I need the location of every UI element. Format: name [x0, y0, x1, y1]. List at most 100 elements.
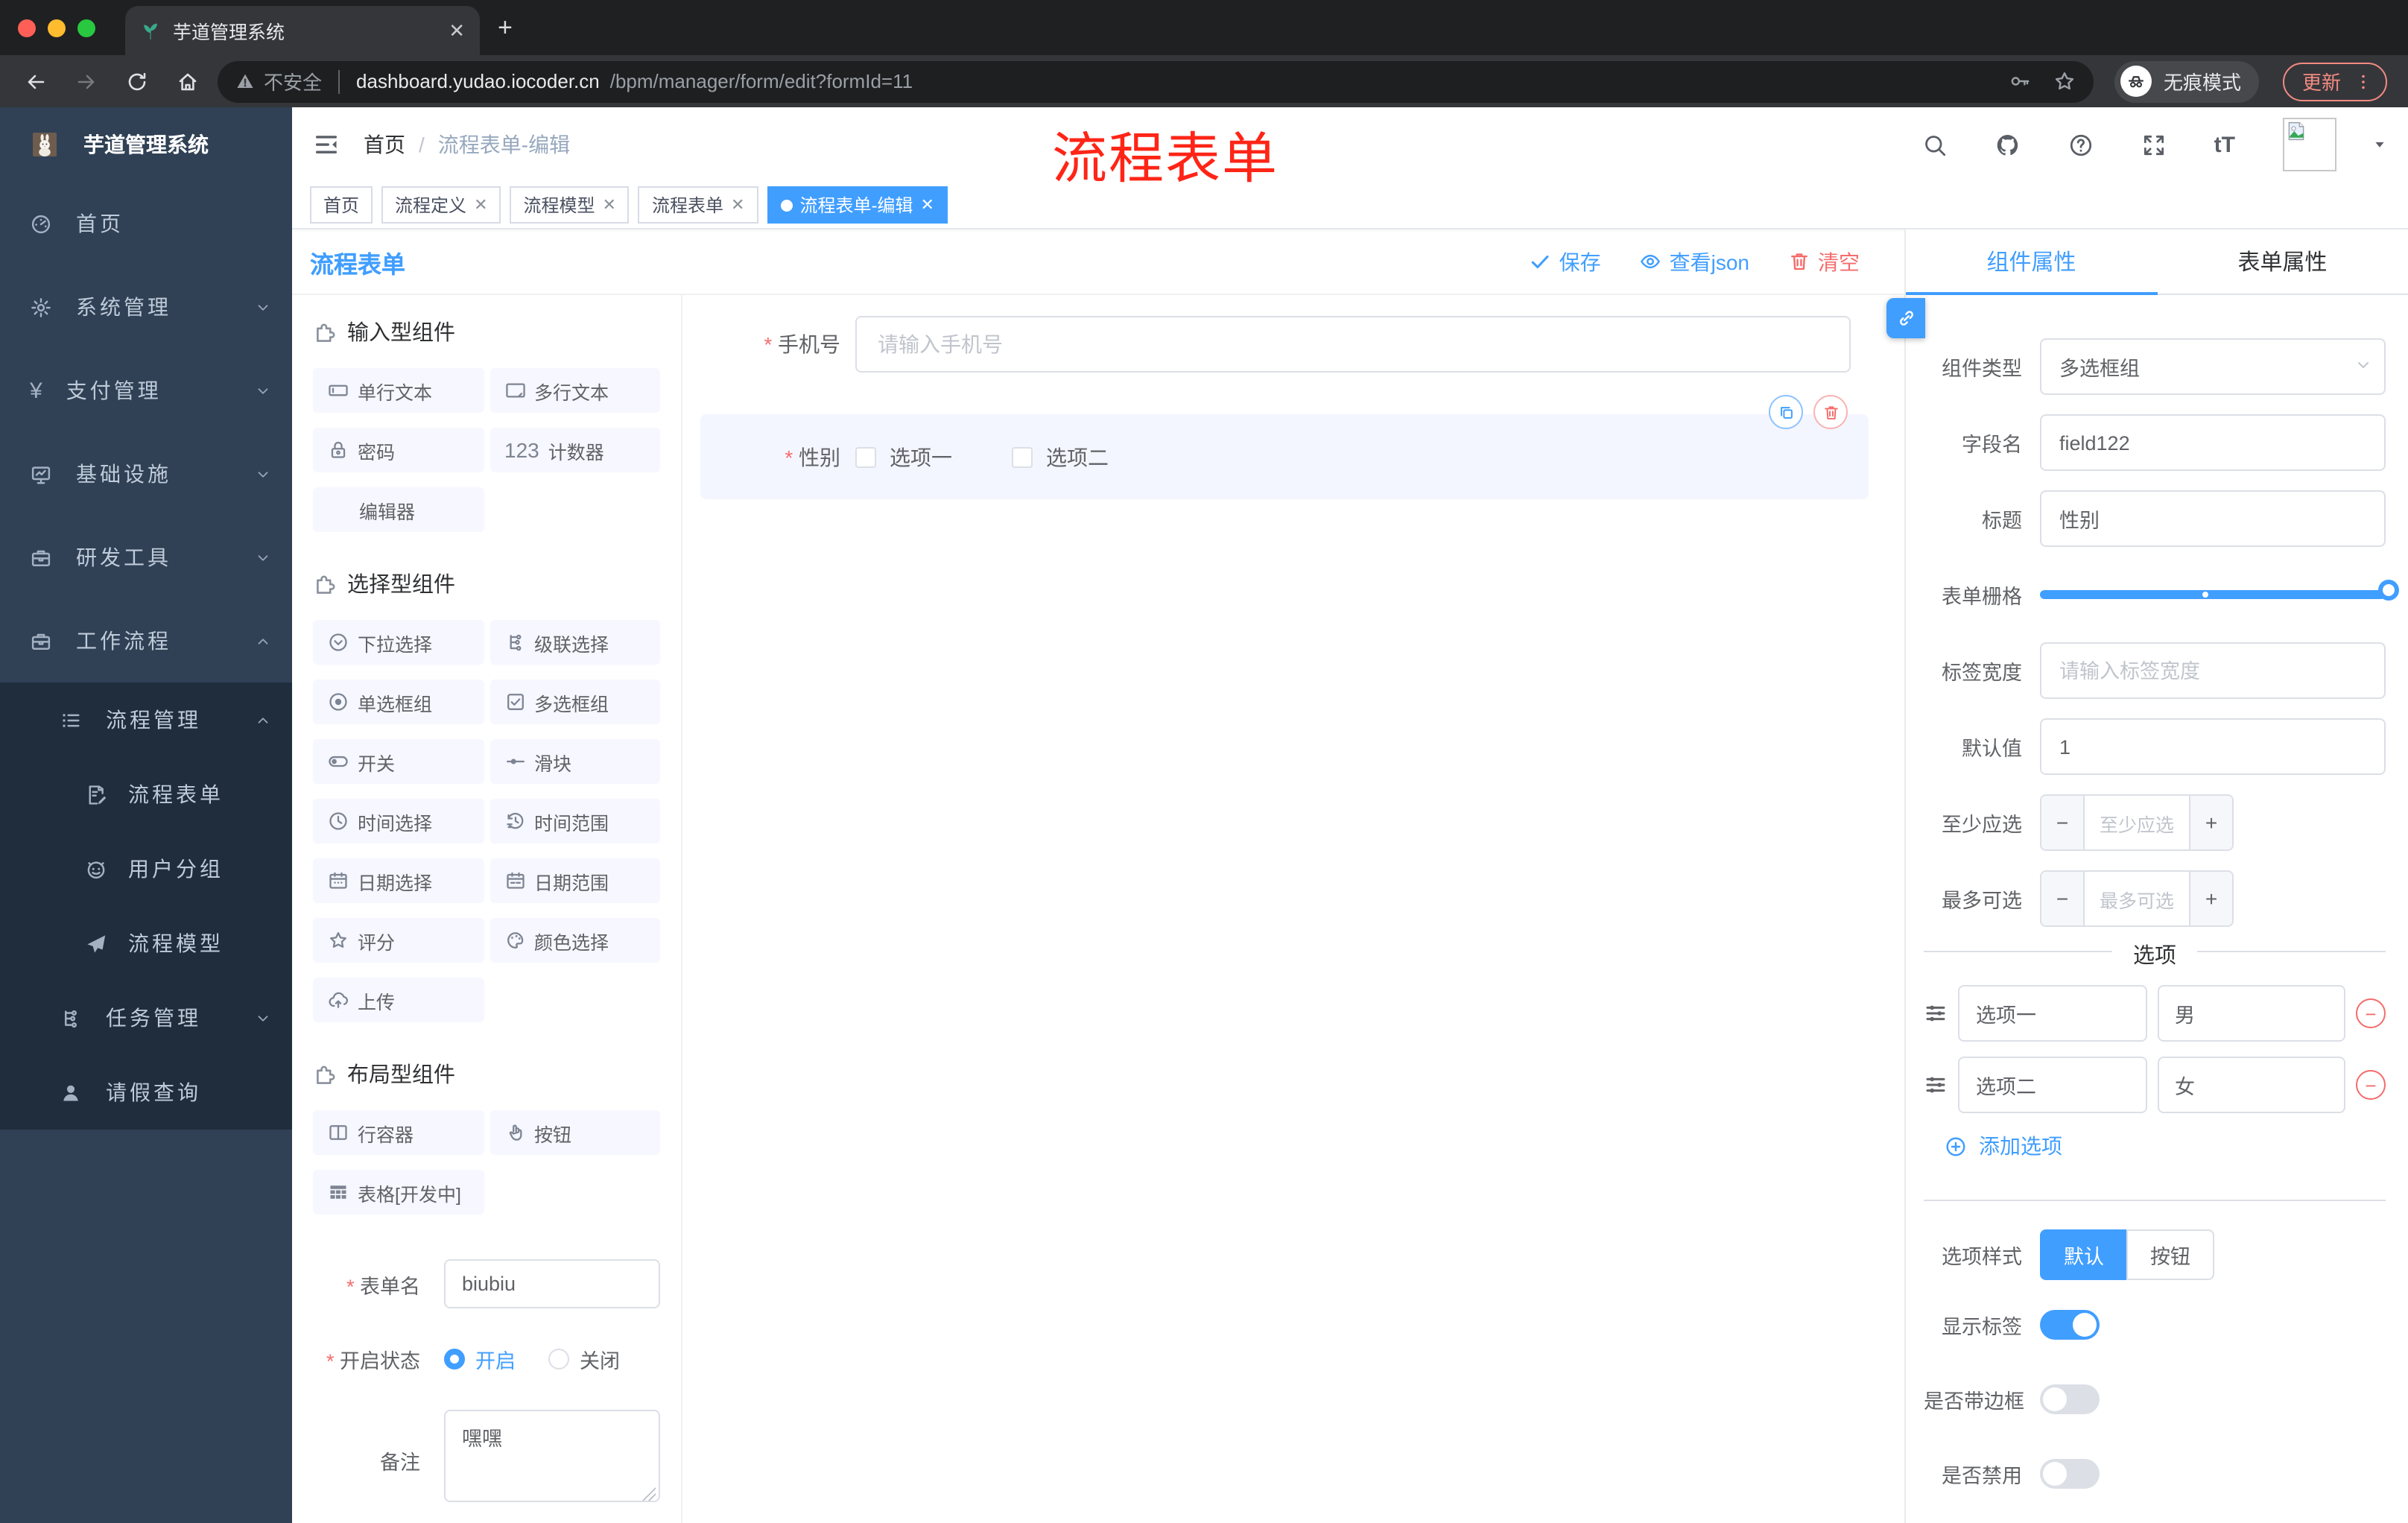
component-chip-row[interactable]: 行容器	[313, 1110, 484, 1155]
tab-component-props[interactable]: 组件属性	[1906, 229, 2157, 295]
component-chip-single-text[interactable]: 单行文本	[313, 368, 484, 413]
new-tab-button[interactable]: +	[498, 13, 513, 42]
tag-close-icon[interactable]: ✕	[731, 195, 744, 215]
component-type-select[interactable]	[2040, 338, 2386, 395]
checkbox[interactable]	[855, 446, 876, 467]
component-chip-time[interactable]: 时间选择	[313, 799, 484, 843]
phone-field-row[interactable]: 手机号	[700, 316, 1869, 373]
password-key-icon[interactable]	[2009, 70, 2031, 92]
tag-close-icon[interactable]: ✕	[474, 195, 487, 215]
remove-option-button[interactable]: −	[2356, 1070, 2386, 1100]
form-grid-slider[interactable]	[2040, 580, 2399, 601]
component-chip-rate[interactable]: 评分	[313, 918, 484, 963]
component-chip-checkbox-group[interactable]: 多选框组	[489, 680, 660, 724]
sidebar-item-process-model[interactable]: 流程模型	[0, 906, 292, 981]
hamburger-icon[interactable]	[313, 131, 340, 158]
tag-home[interactable]: 首页	[310, 186, 373, 224]
forward-icon[interactable]	[66, 69, 107, 93]
zoom-window-button[interactable]	[77, 19, 95, 37]
component-chip-slider[interactable]: 滑块	[489, 739, 660, 784]
remove-option-button[interactable]: −	[2356, 998, 2386, 1028]
option-name-input[interactable]	[1958, 1057, 2146, 1113]
delete-component-button[interactable]	[1813, 395, 1848, 429]
gender-field-row-selected[interactable]: 性别 选项一 选项二	[700, 395, 1869, 499]
clear-button[interactable]: 清空	[1788, 247, 1860, 276]
sidebar-item-payment[interactable]: ¥ 支付管理	[0, 349, 292, 432]
close-window-button[interactable]	[18, 19, 36, 37]
form-canvas[interactable]: 手机号 性别 选项一 选项二	[682, 295, 1904, 1523]
sidebar-item-workflow[interactable]: 工作流程	[0, 599, 292, 683]
max-select-stepper[interactable]: − 最多可选 +	[2040, 870, 2234, 927]
browser-menu-icon[interactable]	[2354, 72, 2372, 90]
tag-process-form-edit[interactable]: 流程表单-编辑 ✕	[767, 186, 948, 224]
view-json-button[interactable]: 查看json	[1640, 247, 1749, 276]
drag-handle-icon[interactable]	[1924, 1001, 1948, 1025]
component-chip-table[interactable]: 表格[开发中]	[313, 1170, 484, 1215]
component-chip-date-range[interactable]: 日期范围	[489, 858, 660, 903]
status-radio-on[interactable]	[444, 1349, 465, 1370]
tag-process-model[interactable]: 流程模型 ✕	[510, 186, 630, 224]
option-value-input[interactable]	[2157, 1057, 2345, 1113]
slider-handle[interactable]	[2378, 580, 2399, 601]
sidebar-item-infra[interactable]: 基础设施	[0, 432, 292, 516]
drag-handle-icon[interactable]	[1924, 1073, 1948, 1097]
status-radio-off[interactable]	[548, 1349, 569, 1370]
add-option-button[interactable]: 添加选项	[1945, 1128, 2386, 1164]
sidebar-item-user-group[interactable]: 用户分组	[0, 832, 292, 906]
update-button[interactable]: 更新	[2282, 62, 2387, 101]
style-option-default[interactable]: 默认	[2040, 1229, 2126, 1280]
tab-close-icon[interactable]: ✕	[449, 19, 465, 42]
component-chip-radio-group[interactable]: 单选框组	[313, 680, 484, 724]
browser-tab[interactable]: 芋道管理系统 ✕	[125, 6, 480, 55]
component-chip-cascader[interactable]: 级联选择	[489, 620, 660, 665]
sidebar-item-process-form[interactable]: 流程表单	[0, 757, 292, 832]
breadcrumb-home[interactable]: 首页	[364, 130, 405, 159]
decrement-button[interactable]: −	[2041, 796, 2085, 849]
tag-close-icon[interactable]: ✕	[603, 195, 616, 215]
phone-input[interactable]	[855, 316, 1851, 373]
option-value-input[interactable]	[2157, 985, 2345, 1042]
component-chip-time-range[interactable]: 时间范围	[489, 799, 660, 843]
component-chip-password[interactable]: 密码	[313, 428, 484, 472]
component-chip-multi-text[interactable]: 多行文本	[489, 368, 660, 413]
help-icon[interactable]	[2068, 132, 2094, 157]
toggle-switch-disabled[interactable]	[2040, 1459, 2100, 1489]
sidebar-item-leave-query[interactable]: 请假查询	[0, 1055, 292, 1130]
tab-form-props[interactable]: 表单属性	[2157, 229, 2408, 294]
decrement-button[interactable]: −	[2041, 872, 2085, 925]
search-icon[interactable]	[1922, 132, 1948, 157]
toggle-switch-bordered[interactable]	[2040, 1384, 2100, 1414]
form-remark-textarea[interactable]	[444, 1410, 660, 1502]
sidebar-item-task-mgmt[interactable]: 任务管理	[0, 981, 292, 1055]
back-icon[interactable]	[15, 69, 57, 93]
gender-option-2[interactable]: 选项二	[1012, 442, 1109, 472]
component-type-value[interactable]	[2040, 338, 2386, 395]
default-value-input[interactable]	[2040, 718, 2386, 775]
component-chip-date[interactable]: 日期选择	[313, 858, 484, 903]
title-input[interactable]	[2040, 490, 2386, 547]
drawer-toggle-tab[interactable]	[1886, 298, 1925, 338]
reload-icon[interactable]	[116, 69, 158, 93]
component-chip-color[interactable]: 颜色选择	[489, 918, 660, 963]
bookmark-star-icon[interactable]	[2053, 70, 2076, 92]
component-chip-upload[interactable]: 上传	[313, 978, 484, 1022]
min-select-stepper[interactable]: − 至少应选 +	[2040, 794, 2234, 851]
avatar[interactable]	[2283, 118, 2336, 171]
component-chip-select[interactable]: 下拉选择	[313, 620, 484, 665]
increment-button[interactable]: +	[2189, 872, 2232, 925]
sidebar-item-system[interactable]: 系统管理	[0, 265, 292, 349]
form-name-input[interactable]	[444, 1259, 660, 1308]
component-chip-editor[interactable]: 编辑器	[313, 487, 484, 532]
minimize-window-button[interactable]	[48, 19, 66, 37]
increment-button[interactable]: +	[2189, 796, 2232, 849]
duplicate-component-button[interactable]	[1769, 395, 1803, 429]
component-chip-switch[interactable]: 开关	[313, 739, 484, 784]
tag-close-icon[interactable]: ✕	[920, 195, 934, 215]
sidebar-item-process-mgmt[interactable]: 流程管理	[0, 683, 292, 757]
checkbox[interactable]	[1012, 446, 1033, 467]
avatar-caret-icon[interactable]	[2372, 137, 2387, 152]
address-bar[interactable]: 不安全 dashboard.yudao.iocoder.cn/bpm/manag…	[218, 60, 2094, 102]
fullscreen-icon[interactable]	[2141, 132, 2167, 157]
tag-process-def[interactable]: 流程定义 ✕	[381, 186, 501, 224]
label-width-input[interactable]	[2040, 642, 2386, 699]
